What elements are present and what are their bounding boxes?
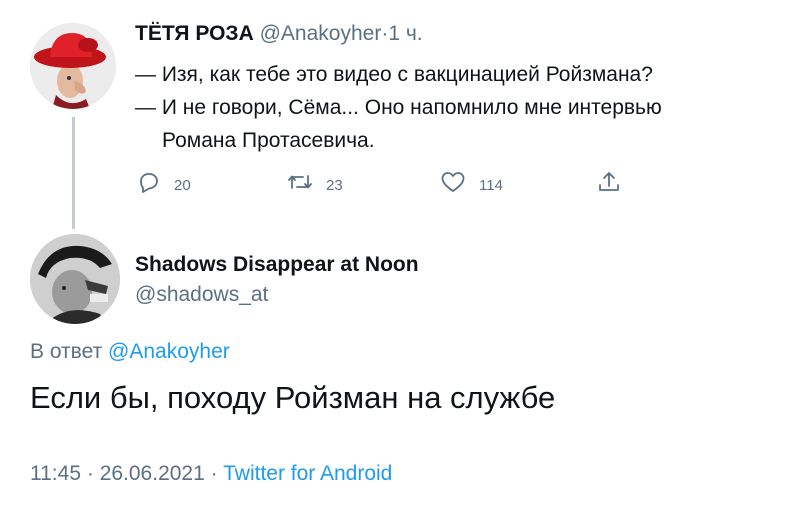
avatar[interactable]	[30, 234, 120, 324]
like-count: 114	[479, 176, 503, 194]
tweet-line: Романа Протасевича.	[162, 129, 375, 152]
retweet-count: 23	[326, 176, 343, 194]
tweet-header: ТЁТЯ РОЗА @Anakoyher·1 ч.	[135, 22, 423, 46]
reply-button[interactable]: 20	[137, 169, 191, 195]
replying-label: В ответ	[30, 340, 103, 363]
tweet-time[interactable]: 11:45	[30, 462, 81, 485]
author-name[interactable]: Shadows Disappear at Noon	[135, 253, 419, 277]
author-handle[interactable]: @Anakoyher	[260, 22, 382, 45]
tweet-text: — Изя, как тебе это видео с вакцинацией …	[135, 58, 662, 157]
heart-icon	[441, 172, 465, 192]
replying-mention-link[interactable]: @Anakoyher	[108, 340, 230, 363]
replying-to: В ответ @Anakoyher	[30, 340, 230, 364]
avatar-bw-photo-image	[30, 234, 120, 324]
retweet-icon	[288, 175, 312, 189]
author-name[interactable]: ТЁТЯ РОЗА	[135, 22, 254, 45]
share-icon	[599, 172, 619, 191]
tweet-meta: 11:45 · 26.06.2021 · Twitter for Android	[30, 462, 392, 486]
like-button[interactable]: 114	[440, 169, 503, 195]
thread-connector-line	[72, 117, 75, 229]
tweet-line: — И не говори, Сёма... Оно напомнило мне…	[135, 96, 662, 119]
tweet-source-link[interactable]: Twitter for Android	[223, 462, 392, 485]
tweet-line: — Изя, как тебе это видео с вакцинацией …	[135, 63, 653, 86]
reply-icon	[140, 173, 158, 193]
tweet-date[interactable]: 26.06.2021	[100, 462, 205, 485]
separator-dot: ·	[86, 462, 94, 485]
separator-dot: ·	[210, 462, 218, 485]
tweet-text: Если бы, походу Ройзман на службе	[30, 380, 556, 415]
avatar-red-hat-image	[30, 23, 116, 109]
reply-count: 20	[174, 176, 191, 194]
author-handle[interactable]: @shadows_at	[135, 283, 268, 307]
share-button[interactable]	[597, 169, 621, 195]
retweet-button[interactable]: 23	[287, 169, 343, 195]
tweet-time[interactable]: 1 ч.	[388, 22, 422, 45]
avatar[interactable]	[30, 23, 116, 109]
